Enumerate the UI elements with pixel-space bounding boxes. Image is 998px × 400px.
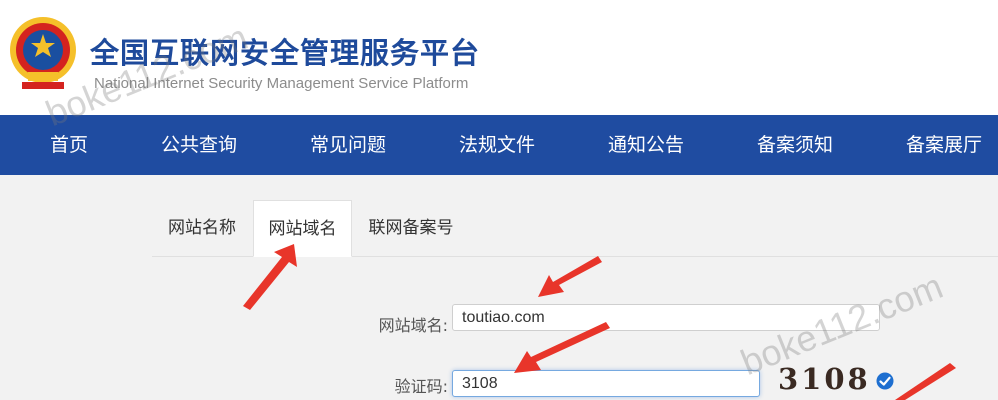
tab-filing-number[interactable]: 联网备案号 <box>358 200 464 257</box>
main-nav: 首页 公共查询 常见问题 法规文件 通知公告 备案须知 备案展厅 <box>0 115 998 175</box>
captcha-input[interactable] <box>452 370 760 397</box>
nav-item-notices[interactable]: 通知公告 <box>608 115 684 175</box>
nav-item-faq[interactable]: 常见问题 <box>310 115 386 175</box>
nav-item-public-query[interactable]: 公共查询 <box>161 115 237 175</box>
domain-label: 网站域名: <box>378 316 448 335</box>
nav-item-filing-showcase[interactable]: 备案展厅 <box>906 115 982 175</box>
nav-item-regulations[interactable]: 法规文件 <box>459 115 535 175</box>
tab-site-domain[interactable]: 网站域名 <box>253 200 352 257</box>
captcha-label: 验证码: <box>394 377 448 396</box>
nav-item-filing-notes[interactable]: 备案须知 <box>757 115 833 175</box>
check-circle-icon <box>876 372 894 390</box>
tab-site-name[interactable]: 网站名称 <box>155 200 249 257</box>
